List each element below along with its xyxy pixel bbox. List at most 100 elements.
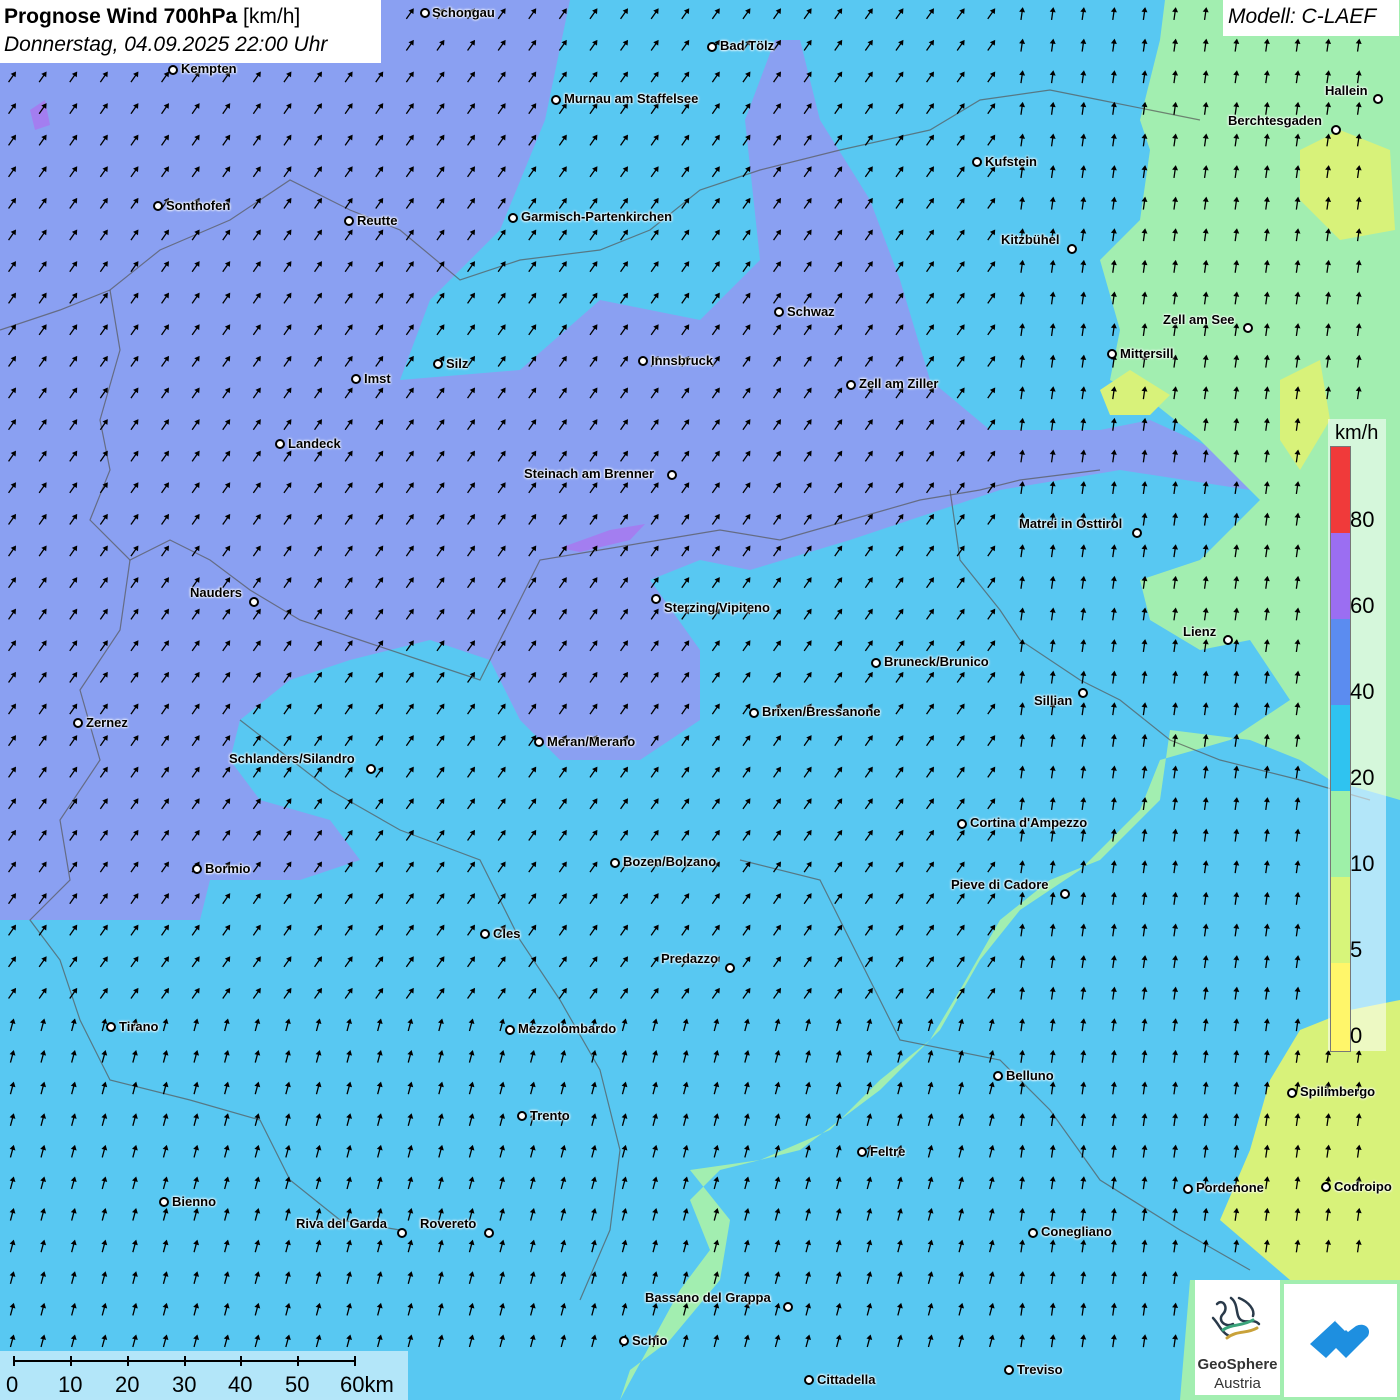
legend-swatch-60-80: [1331, 533, 1350, 619]
city-dot-icon: [168, 65, 178, 75]
city-dot-icon: [508, 213, 518, 223]
city-dot-icon: [667, 470, 677, 480]
city-dot-icon: [1243, 323, 1253, 333]
city-label: Landeck: [288, 436, 341, 451]
city-label: Nauders: [190, 585, 243, 600]
city-label: Zernez: [86, 715, 128, 730]
city-label: Bormio: [205, 861, 251, 876]
city-label: Bienno: [172, 1194, 217, 1209]
city-dot-icon: [1223, 635, 1233, 645]
legend-swatch-0-5: [1331, 963, 1350, 1051]
scale-label-20: 20: [115, 1372, 140, 1397]
city-dot-icon: [153, 201, 163, 211]
legend-tick-40: 40: [1350, 679, 1375, 704]
legend-tick-20: 20: [1350, 765, 1375, 790]
city-dot-icon: [505, 1025, 515, 1035]
city-dot-icon: [73, 718, 83, 728]
city-label: Mittersill: [1120, 346, 1174, 361]
city-label: Sonthofen: [166, 198, 231, 213]
city-dot-icon: [871, 658, 881, 668]
city-label: Schwaz: [787, 304, 835, 319]
city-dot-icon: [857, 1147, 867, 1157]
scale-label-60km: 60km: [340, 1372, 394, 1397]
model-label: Modell: C-LAEF: [1228, 5, 1377, 28]
city-label: Kitzbühel: [1001, 232, 1060, 247]
city-dot-icon: [725, 963, 735, 973]
city-dot-icon: [749, 708, 759, 718]
city-label: Lienz: [1183, 624, 1217, 639]
city-label: Berchtesgaden: [1228, 113, 1322, 128]
city-dot-icon: [249, 597, 259, 607]
legend-swatch-10-20: [1331, 791, 1350, 877]
city-label: Sillian: [1034, 693, 1073, 708]
city-label: Predazzo: [661, 951, 719, 966]
city-dot-icon: [397, 1228, 407, 1238]
city-dot-icon: [846, 380, 856, 390]
weather-app-logo[interactable]: [1284, 1284, 1397, 1397]
city-label: Pieve di Cadore: [951, 877, 1049, 892]
city-label: Bruneck/Brunico: [884, 654, 989, 669]
city-dot-icon: [159, 1197, 169, 1207]
city-dot-icon: [517, 1111, 527, 1121]
city-label: Trento: [530, 1108, 570, 1123]
city-label: Spilimbergo: [1300, 1084, 1376, 1099]
city-dot-icon: [1004, 1365, 1014, 1375]
legend-unit: km/h: [1335, 422, 1379, 444]
city-dot-icon: [1321, 1182, 1331, 1192]
legend-colorbar: [1330, 446, 1351, 1052]
city-label: Cles: [493, 926, 521, 941]
legend-swatch-20-40: [1331, 705, 1350, 791]
city-label: Silz: [446, 356, 469, 371]
city-dot-icon: [957, 819, 967, 829]
city-dot-icon: [351, 374, 361, 384]
city-label: Schlanders/Silandro: [229, 751, 355, 766]
city-label: Meran/Merano: [547, 734, 636, 749]
city-label: Mezzolombardo: [518, 1021, 617, 1036]
legend-tick-5: 5: [1350, 937, 1363, 962]
legend-swatch-40-60: [1331, 619, 1350, 705]
city-dot-icon: [106, 1022, 116, 1032]
city-dot-icon: [192, 864, 202, 874]
legend-tick-0: 0: [1350, 1023, 1363, 1048]
city-dot-icon: [1331, 125, 1341, 135]
city-dot-icon: [275, 439, 285, 449]
city-dot-icon: [1287, 1088, 1297, 1098]
city-label: Belluno: [1006, 1068, 1054, 1083]
city-dot-icon: [551, 95, 561, 105]
city-label: Steinach am Brenner: [524, 466, 655, 481]
city-dot-icon: [707, 42, 717, 52]
scale-label-40: 40: [228, 1372, 253, 1397]
city-dot-icon: [1078, 688, 1088, 698]
city-dot-icon: [366, 764, 376, 774]
city-label: Cittadella: [817, 1372, 876, 1387]
city-label: Bassano del Grappa: [645, 1290, 771, 1305]
city-label: Kempten: [181, 61, 237, 76]
scale-label-30: 30: [172, 1372, 197, 1397]
map-title: Prognose Wind 700hPa [km/h]: [4, 5, 300, 29]
city-dot-icon: [1132, 528, 1142, 538]
geosphere-sub: Austria: [1214, 1375, 1261, 1392]
geosphere-name: GeoSphere: [1197, 1356, 1278, 1373]
city-dot-icon: [638, 356, 648, 366]
city-label: Imst: [364, 371, 391, 386]
city-label: Conegliano: [1041, 1224, 1112, 1239]
city-dot-icon: [610, 858, 620, 868]
city-dot-icon: [1373, 94, 1383, 104]
map-title-unit: [km/h]: [243, 5, 301, 28]
city-label: Brixen/Bressanone: [762, 704, 881, 719]
city-dot-icon: [480, 929, 490, 939]
city-label: Rovereto: [420, 1216, 477, 1231]
city-dot-icon: [993, 1071, 1003, 1081]
city-label: Schongau: [432, 5, 495, 20]
city-label: Sterzing/Vipiteno: [664, 600, 770, 615]
city-label: Cortina d'Ampezzo: [970, 815, 1088, 830]
scale-label-0: 0: [6, 1372, 19, 1397]
city-label: Matrei in Osttirol: [1019, 516, 1123, 531]
legend-swatch-80plus: [1331, 447, 1350, 533]
city-label: Zell am See: [1163, 312, 1235, 327]
city-dot-icon: [534, 737, 544, 747]
legend-tick-10: 10: [1350, 851, 1375, 876]
city-dot-icon: [619, 1336, 629, 1346]
city-dot-icon: [1060, 889, 1070, 899]
city-label: Hallein: [1325, 83, 1368, 98]
